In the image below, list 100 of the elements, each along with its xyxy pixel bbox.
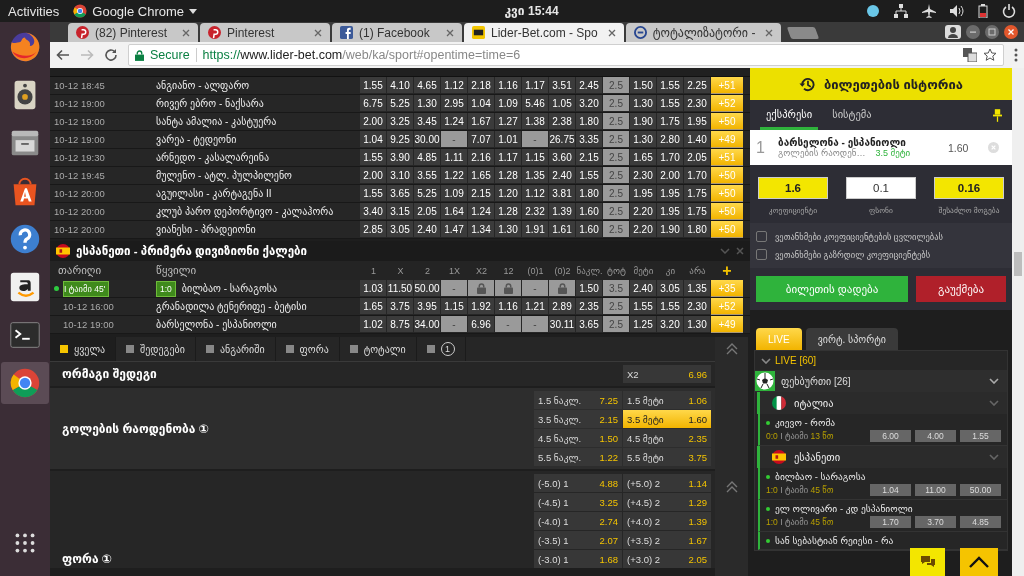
market-tab[interactable]: 1 [416,337,466,361]
odds-cell[interactable]: 4.65 [414,77,441,94]
odds-cell[interactable]: 3.45 [414,113,441,130]
odds-cell[interactable]: 1.50 [576,280,603,297]
odds-cell[interactable]: 1.80 [576,185,603,202]
close-icon[interactable] [607,28,616,37]
odds-cell[interactable]: 2.5 [603,221,630,238]
odds-button[interactable]: 6.00 [870,430,911,442]
odds-option[interactable]: 1.5 მეტი 1.06 [623,391,711,409]
odds-cell[interactable]: 50.00 [414,280,441,297]
odds-button[interactable]: 1.04 [870,484,911,496]
odds-cell[interactable]: 1.47 [441,221,468,238]
chevron-down-icon[interactable] [989,400,999,406]
odds-cell[interactable]: 30.00 [414,131,441,148]
odds-cell[interactable]: 1.34 [468,221,495,238]
match-name[interactable]: კლუბ პარო დეპორტივო - კალაჰორა [156,206,334,217]
odds-cell[interactable]: - [522,131,549,148]
odds-button[interactable]: 3.70 [915,516,956,528]
browser-tab[interactable]: ტოტალიზატორი - [625,23,782,42]
odds-cell[interactable]: 1.55 [360,185,387,202]
odds-cell[interactable]: 1.67 [468,113,495,130]
back-icon[interactable] [56,48,70,62]
odds-cell[interactable]: 3.75 [387,298,414,315]
bet-type-tab[interactable]: სისტემა [826,100,878,130]
odds-cell[interactable]: 3.90 [387,149,414,166]
odds-cell[interactable]: 1.38 [522,113,549,130]
match-name[interactable]: ანგიანო - ალფარო [156,80,250,91]
address-bar[interactable]: Secure https://www.lider-bet.com/web/ka/sport#opentime=time=6 [128,44,1004,66]
activities-button[interactable]: Activities [8,3,60,19]
odds-cell[interactable]: 2.00 [360,167,387,184]
maximize-icon[interactable] [985,25,999,39]
pin-icon[interactable] [993,108,1002,122]
match-name[interactable]: ბილბაო - სარაგოსა [181,283,278,294]
odds-button[interactable]: 1.55 [960,430,1001,442]
market-tab[interactable]: შედეგები [116,337,196,361]
market-tab[interactable]: ტოტალი [339,337,417,361]
odds-option[interactable]: 5.5 ნაკლ. 1.22 [534,448,622,466]
odds-cell[interactable]: 1.65 [630,149,657,166]
odds-cell[interactable]: 3.60 [549,149,576,166]
odds-cell[interactable]: 6.75 [360,95,387,112]
odds-cell[interactable]: 2.5 [603,131,630,148]
odds-cell[interactable]: 2.20 [630,221,657,238]
odds-cell[interactable]: 30.11 [549,316,576,333]
odds-cell[interactable]: 2.00 [657,167,684,184]
odds-cell[interactable]: 1.27 [495,113,522,130]
chevron-down-icon[interactable] [989,454,999,460]
cancel-button[interactable]: გაუქმება [916,276,1006,302]
odds-cell[interactable]: 2.32 [522,203,549,220]
odds-cell[interactable]: 2.5 [603,185,630,202]
odds-cell[interactable]: 7.07 [468,131,495,148]
odds-cell[interactable]: 3.15 [387,203,414,220]
odds-cell[interactable]: 1.40 [684,131,711,148]
odds-button[interactable]: 1.70 [870,516,911,528]
odds-button[interactable]: 50.00 [960,484,1001,496]
battery-icon[interactable] [978,4,988,18]
odds-cell[interactable]: 1.30 [495,221,522,238]
odds-cell[interactable]: 1.30 [630,95,657,112]
odds-option[interactable]: (-4.0) 1 2.74 [534,512,622,530]
browser-tab[interactable]: (82) Pinterest [68,23,198,42]
odds-cell[interactable]: 2.40 [630,280,657,297]
odds-cell[interactable]: 3.55 [414,167,441,184]
odds-cell[interactable]: 2.5 [603,316,630,333]
odds-cell[interactable]: 2.16 [468,149,495,166]
odds-cell[interactable]: 2.15 [468,185,495,202]
match-name[interactable]: აგუილასი - კარტაგენა II [156,188,272,199]
odds-cell[interactable]: 2.30 [684,95,711,112]
odds-cell[interactable]: 2.20 [630,203,657,220]
odds-cell[interactable]: 3.65 [387,185,414,202]
odds-cell[interactable]: 11.50 [387,280,414,297]
odds-cell[interactable]: 1.30 [414,95,441,112]
odds-cell[interactable]: 2.5 [603,298,630,315]
odds-cell[interactable]: 4.85 [414,149,441,166]
network-icon[interactable] [894,4,908,18]
country-name[interactable]: ესპანეთი [794,451,841,463]
odds-option[interactable]: (-4.5) 1 3.25 [534,493,622,511]
browser-tab[interactable]: (1) Facebook [332,23,462,42]
odds-cell[interactable]: - [522,280,549,297]
odds-cell[interactable]: 1.28 [495,167,522,184]
browser-tab[interactable]: Pinterest [200,23,330,42]
match-name[interactable]: ელ ოლივარი - კდ ესპანიოლი [775,503,913,514]
odds-button[interactable]: 4.85 [960,516,1001,528]
volume-icon[interactable] [950,4,964,18]
collapse-icon[interactable] [725,343,738,355]
odds-cell[interactable]: 1.39 [549,203,576,220]
odds-button[interactable]: 11.00 [915,484,956,496]
odds-cell[interactable]: 5.25 [387,95,414,112]
odds-cell[interactable]: - [495,316,522,333]
odds-option[interactable]: 3.5 მეტი 1.60 [623,410,711,428]
odds-cell[interactable]: 1.95 [657,185,684,202]
odds-cell[interactable]: 3.65 [576,316,603,333]
reload-icon[interactable] [104,48,118,62]
odds-cell[interactable]: 3.5 [603,280,630,297]
odds-cell[interactable]: 1.12 [522,185,549,202]
odds-cell[interactable]: 1.90 [657,221,684,238]
odds-option[interactable]: (-5.0) 1 4.88 [534,474,622,492]
star-icon[interactable] [983,48,997,62]
odds-cell[interactable]: 1.09 [441,185,468,202]
odds-option[interactable]: (+5.0) 2 1.14 [623,474,711,492]
odds-option[interactable]: 3.5 ნაკლ. 2.15 [534,410,622,428]
match-name[interactable]: არნედო - კასალარეინა [156,152,269,163]
